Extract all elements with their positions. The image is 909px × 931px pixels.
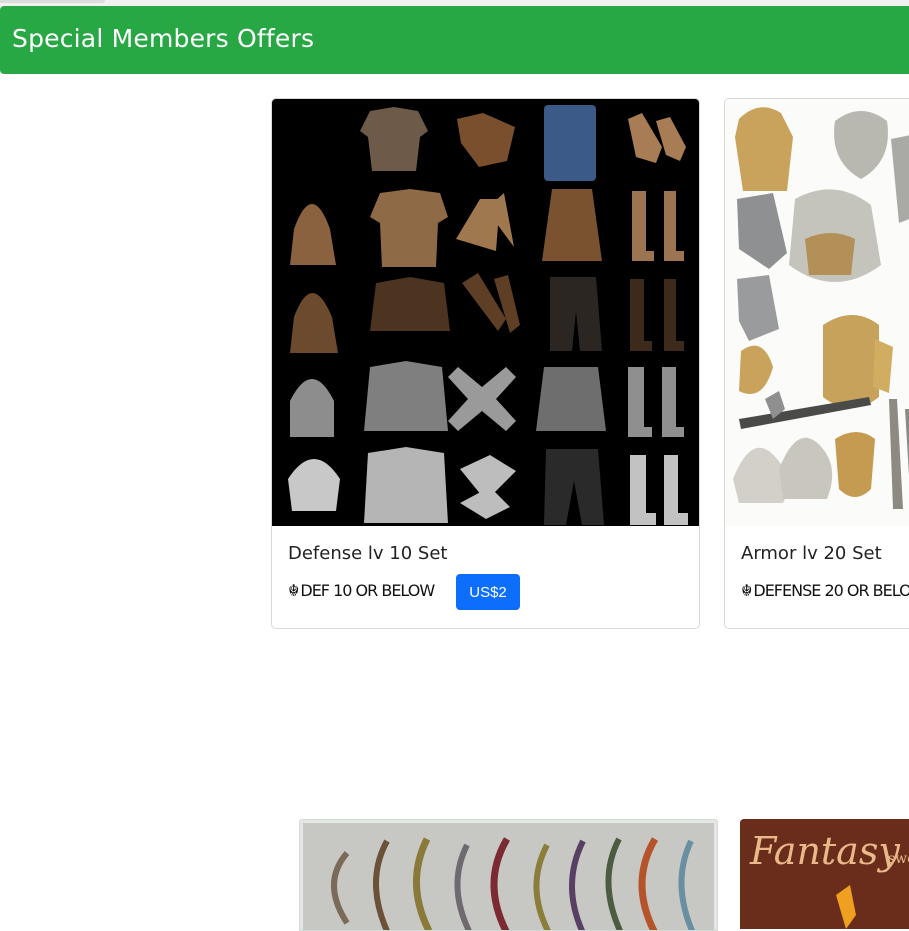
product-card[interactable]: Defense lv 10 Set ☬DEF 10 OR BELOW US$2 [271, 98, 700, 629]
product-card[interactable] [299, 819, 718, 931]
plate-armor-icon[interactable] [725, 99, 909, 526]
offers-banner: Special Members Offers [0, 6, 909, 74]
product-description-text: DEFENSE 20 OR BELOW [753, 581, 909, 600]
fantasy-sword-icon[interactable]: Fantasy swo [740, 819, 909, 929]
armor-set-icon[interactable] [272, 99, 699, 526]
price-button[interactable]: US$2 [456, 574, 520, 610]
product-description: ☬DEFENSE 20 OR BELOW [741, 581, 909, 600]
product-title[interactable]: Armor lv 20 Set [741, 543, 882, 564]
khanda-icon: ☬ [741, 581, 753, 600]
product-description: ☬DEF 10 OR BELOW [288, 581, 435, 600]
bows-icon[interactable] [303, 823, 714, 930]
product-card[interactable]: Armor lv 20 Set ☬DEFENSE 20 OR BELOW [724, 98, 909, 629]
khanda-icon: ☬ [288, 581, 300, 600]
page-title: Special Members Offers [12, 24, 315, 53]
product-title[interactable]: Defense lv 10 Set [288, 543, 448, 564]
product-card[interactable]: Fantasy swo [740, 819, 909, 929]
product-description-text: DEF 10 OR BELOW [300, 581, 435, 600]
